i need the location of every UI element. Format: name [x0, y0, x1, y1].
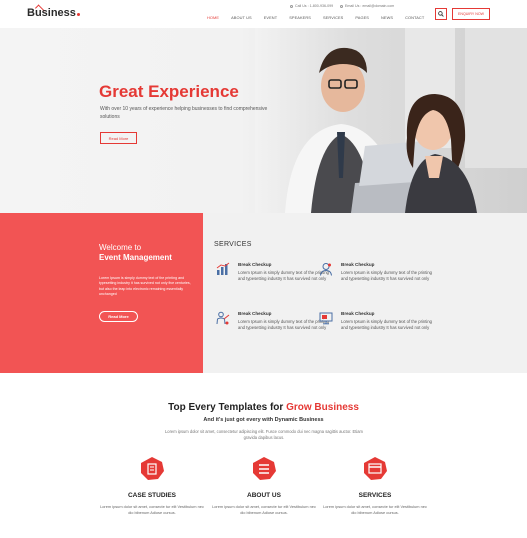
contact-phone: Call Us : 1-800-936-099	[290, 4, 333, 8]
nav-pages[interactable]: Pages	[355, 15, 369, 20]
card-icon	[364, 457, 387, 480]
feature-services[interactable]: SERVICES Lorem ipsum dolor sit amet, con…	[320, 457, 430, 515]
feature-case-studies[interactable]: CASE STUDIES Lorem ipsum dolor sit amet,…	[97, 457, 207, 515]
service-item[interactable]: Break Checkup Lorem Ipsum is simply dumm…	[320, 262, 433, 282]
features-title-highlight: Grow Business	[286, 402, 359, 413]
menu-icon	[253, 457, 276, 480]
site-logo[interactable]: Business	[27, 7, 80, 19]
service-title: Break Checkup	[238, 311, 272, 316]
service-text: Lorem Ipsum is simply dummy text of the …	[341, 270, 432, 281]
nav-services[interactable]: Services	[323, 15, 343, 20]
hero-people-image	[255, 28, 527, 213]
site-header: Business Call Us : 1-800-936-099 Email U…	[0, 0, 527, 28]
hero-section: Great Experience With over 10 years of e…	[0, 28, 527, 213]
welcome-title-line1: Welcome to	[99, 243, 142, 252]
contact-email: Email Us : email@domain.com	[340, 4, 394, 8]
welcome-title: Welcome to Event Management	[99, 243, 172, 263]
feature-title: ABOUT US	[247, 492, 281, 499]
feature-title: SERVICES	[358, 492, 392, 499]
features-title-prefix: Top Every Templates for	[168, 402, 284, 413]
service-item[interactable]: Break Checkup Lorem Ipsum is simply dumm…	[216, 262, 330, 282]
features-description: Lorem ipsum dolor sit amet, consectetur …	[165, 429, 363, 440]
hero-subtitle: With over 10 years of experience helping…	[100, 106, 268, 120]
nav-home[interactable]: Home	[207, 15, 219, 20]
features-title: Top Every Templates for Grow Business	[0, 402, 527, 413]
phone-icon	[290, 4, 293, 8]
services-block: SERVICES Break Checkup Lorem Ipsum is si…	[203, 213, 527, 373]
logo-text: Business	[27, 7, 76, 19]
feature-text: Lorem ipsum dolor sit amet, consecte tur…	[323, 504, 427, 515]
welcome-block: Welcome to Event Management Lorem Ipsum …	[0, 213, 203, 373]
feature-title: CASE STUDIES	[127, 492, 177, 499]
main-nav: Home About Us Event Speakers Services Pa…	[207, 15, 436, 20]
feature-text: Lorem ipsum dolor sit amet, consecte tur…	[212, 504, 316, 515]
service-item[interactable]: Break Checkup Lorem Ipsum is simply dumm…	[216, 311, 330, 331]
hero-read-more-button[interactable]: Read More	[100, 132, 137, 144]
phone-text: Call Us : 1-800-936-099	[295, 4, 334, 8]
nav-event[interactable]: Event	[264, 15, 277, 20]
service-title: Break Checkup	[341, 262, 375, 267]
nav-speakers[interactable]: Speakers	[289, 15, 311, 20]
welcome-text: Lorem Ipsum is simply dummy text of the …	[99, 276, 191, 296]
service-title: Break Checkup	[341, 311, 375, 316]
nav-news[interactable]: News	[381, 15, 393, 20]
welcome-title-line2: Event Management	[99, 253, 172, 262]
nav-about-us[interactable]: About Us	[231, 15, 252, 20]
mail-icon	[340, 4, 343, 8]
book-icon	[141, 457, 164, 480]
feature-about-us[interactable]: ABOUT US Lorem ipsum dolor sit amet, con…	[209, 457, 319, 515]
service-text: Lorem Ipsum is simply dummy text of the …	[238, 319, 329, 330]
welcome-read-more-button[interactable]: Read More	[99, 311, 138, 322]
nav-contact[interactable]: Contact	[405, 15, 424, 20]
enquiry-now-button[interactable]: Enquiry Now	[452, 8, 490, 20]
features-subtitle: And it's just got every with Dynamic Bus…	[203, 417, 324, 423]
service-text: Lorem Ipsum is simply dummy text of the …	[341, 319, 432, 330]
service-item[interactable]: Break Checkup Lorem Ipsum is simply dumm…	[319, 311, 433, 331]
hero-title: Great Experience	[99, 82, 239, 101]
logo-dot-icon	[76, 13, 80, 16]
email-text[interactable]: Email Us : email@domain.com	[345, 4, 394, 8]
service-title: Break Checkup	[238, 262, 272, 267]
search-icon	[438, 11, 444, 17]
chart-icon	[216, 262, 230, 275]
services-title: SERVICES	[214, 241, 252, 248]
monitor-icon	[319, 312, 333, 325]
presenter-icon	[216, 311, 230, 325]
service-text: Lorem Ipsum is simply dummy text of the …	[238, 270, 329, 281]
feature-text: Lorem ipsum dolor sit amet, consecte tur…	[100, 504, 204, 515]
search-button[interactable]	[435, 8, 447, 20]
person-icon	[320, 263, 332, 276]
